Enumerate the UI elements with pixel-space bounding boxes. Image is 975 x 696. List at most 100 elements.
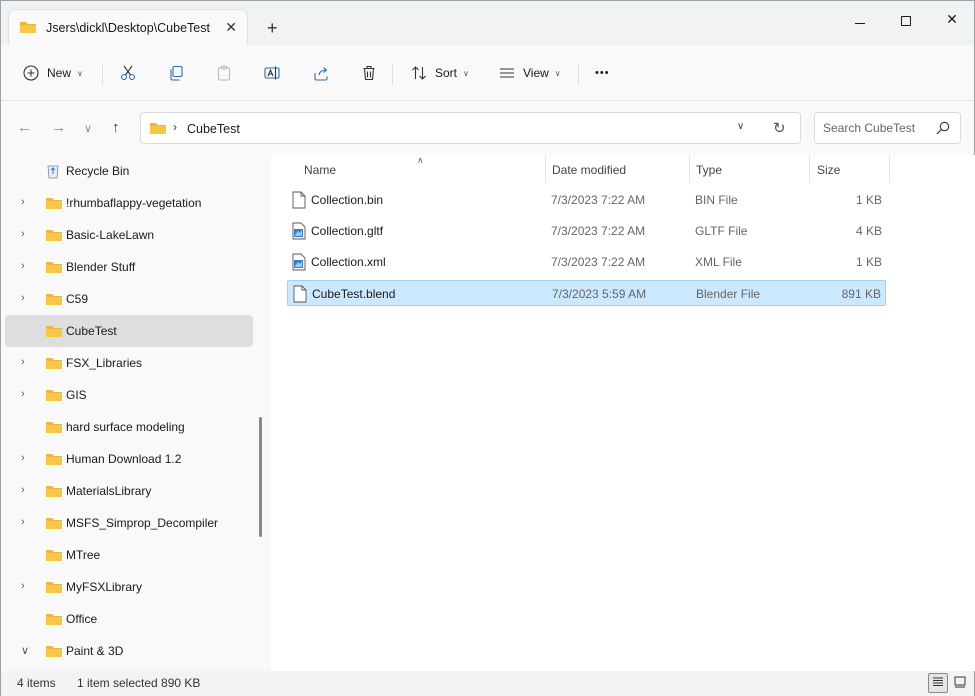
close-button[interactable]: ✕ xyxy=(929,11,975,33)
sidebar-item[interactable]: › Basic-LakeLawn xyxy=(5,219,253,251)
column-header-name[interactable]: Name xyxy=(304,163,336,177)
chevron-right-icon[interactable]: › xyxy=(21,292,25,304)
file-type: XML File xyxy=(695,255,742,269)
share-icon xyxy=(313,65,329,81)
sidebar-item[interactable]: › GIS xyxy=(5,379,253,411)
tab-title: Jsers\dickl\Desktop\CubeTest xyxy=(46,21,210,35)
chevron-right-icon[interactable]: › xyxy=(21,516,25,528)
chevron-right-icon[interactable]: › xyxy=(21,356,25,368)
search-box[interactable] xyxy=(814,112,961,144)
chevron-right-icon[interactable]: › xyxy=(21,388,25,400)
address-row: ← → ∨ ↑ › CubeTest ∨ ↻ xyxy=(1,101,974,155)
details-view-button[interactable] xyxy=(928,673,948,693)
file-type: Blender File xyxy=(696,287,761,301)
new-tab-button[interactable]: + xyxy=(267,19,278,37)
sidebar-item[interactable]: › FSX_Libraries xyxy=(5,347,253,379)
file-size: 1 KB xyxy=(855,255,882,269)
tab-close-icon[interactable]: ✕ xyxy=(225,19,237,36)
column-divider[interactable] xyxy=(889,155,890,183)
sidebar-item[interactable]: Recycle Bin xyxy=(5,155,253,187)
chevron-right-icon[interactable]: › xyxy=(21,228,25,240)
back-button[interactable]: ← xyxy=(17,119,32,136)
minimize-button[interactable] xyxy=(837,11,883,33)
chevron-right-icon[interactable]: › xyxy=(21,484,25,496)
file-row[interactable]: CubeTest.blend 7/3/2023 5:59 AM Blender Fi… xyxy=(287,280,886,306)
maximize-button[interactable] xyxy=(883,11,929,33)
sidebar-item[interactable]: Office xyxy=(5,603,253,635)
chevron-right-icon[interactable]: › xyxy=(21,452,25,464)
details-view-icon xyxy=(932,676,944,691)
view-button[interactable]: View ∨ xyxy=(499,61,561,85)
sidebar-item[interactable]: › Blender Stuff xyxy=(5,251,253,283)
sidebar-item-label: Paint & 3D xyxy=(66,644,124,658)
forward-button[interactable]: → xyxy=(51,119,66,136)
sidebar-item-label: MSFS_Simprop_Decompiler xyxy=(66,516,219,530)
column-divider[interactable] xyxy=(689,155,690,183)
sidebar-item[interactable]: › !rhumbaflappy-vegetation xyxy=(5,187,253,219)
sidebar-item[interactable]: › MyFSXLibrary xyxy=(5,571,253,603)
sidebar-item-label: Blender Stuff xyxy=(66,260,136,274)
refresh-button[interactable]: ↻ xyxy=(773,119,786,137)
file-type: BIN File xyxy=(695,193,738,207)
file-row[interactable]: Collection.xml 7/3/2023 7:22 AM XML File 1 … xyxy=(287,249,886,275)
cut-button[interactable] xyxy=(120,61,136,85)
sidebar-item[interactable]: ∨ Paint & 3D xyxy=(5,635,253,667)
address-bar[interactable]: › CubeTest ∨ ↻ xyxy=(140,112,801,144)
address-dropdown-icon[interactable]: ∨ xyxy=(737,121,744,132)
sort-button[interactable]: Sort ∨ xyxy=(411,61,469,85)
chevron-down-icon: ∨ xyxy=(77,68,83,78)
sidebar-item[interactable]: MTree xyxy=(5,539,253,571)
item-count: 4 items xyxy=(17,676,56,690)
large-icons-view-button[interactable] xyxy=(950,673,970,693)
folder-icon xyxy=(45,259,63,278)
share-button[interactable] xyxy=(313,61,329,85)
sidebar-item[interactable]: › Human Download 1.2 xyxy=(5,443,253,475)
search-icon xyxy=(936,121,950,138)
title-bar: Jsers\dickl\Desktop\CubeTest ✕ + ✕ xyxy=(1,1,975,46)
recycle-bin-icon xyxy=(45,163,61,182)
column-header-type[interactable]: Type xyxy=(696,163,722,177)
sidebar-item-label: GIS xyxy=(66,388,87,402)
breadcrumb-cubetest[interactable]: CubeTest xyxy=(187,122,240,136)
sidebar-item[interactable]: CubeTest xyxy=(5,315,253,347)
column-header-size[interactable]: Size xyxy=(817,163,840,177)
sidebar-item[interactable]: › MSFS_Simprop_Decompiler xyxy=(5,507,253,539)
more-options-button[interactable]: ••• xyxy=(595,61,610,85)
folder-icon xyxy=(45,355,63,374)
navigation-pane: Recycle Bin › !rhumbaflappy-vegetation › Bas… xyxy=(1,155,271,671)
file-row[interactable]: Collection.gltf 7/3/2023 7:22 AM GLTF File… xyxy=(287,218,886,244)
up-button[interactable]: ↑ xyxy=(112,119,120,136)
sidebar-item-label: Human Download 1.2 xyxy=(66,452,182,466)
sidebar-item-label: CubeTest xyxy=(66,324,117,338)
sidebar-scrollbar[interactable] xyxy=(259,417,262,537)
file-type: GLTF File xyxy=(695,224,748,238)
new-button[interactable]: New ∨ xyxy=(23,61,83,85)
sidebar-item[interactable]: hard surface modeling xyxy=(5,411,253,443)
chevron-right-icon[interactable]: › xyxy=(21,196,25,208)
paste-button[interactable] xyxy=(216,61,232,85)
chevron-down-icon[interactable]: ∨ xyxy=(21,644,29,657)
delete-button[interactable] xyxy=(361,61,377,85)
column-divider[interactable] xyxy=(809,155,810,183)
sort-button-label: Sort xyxy=(435,66,458,80)
recent-locations-button[interactable]: ∨ xyxy=(84,122,92,135)
folder-icon xyxy=(45,195,63,214)
file-row[interactable]: Collection.bin 7/3/2023 7:22 AM BIN File 1 … xyxy=(287,187,886,213)
folder-icon xyxy=(45,643,63,662)
sidebar-item[interactable]: › MaterialsLibrary xyxy=(5,475,253,507)
column-divider[interactable] xyxy=(545,155,546,183)
file-size: 1 KB xyxy=(855,193,882,207)
folder-icon xyxy=(45,227,63,246)
clipboard-icon xyxy=(216,65,232,81)
rename-button[interactable] xyxy=(264,61,280,85)
breadcrumb-separator-icon[interactable]: › xyxy=(173,120,177,134)
search-input[interactable] xyxy=(823,121,933,135)
copy-button[interactable] xyxy=(168,61,184,85)
file-name: CubeTest.blend xyxy=(312,287,396,301)
tab-cubetest[interactable]: Jsers\dickl\Desktop\CubeTest ✕ xyxy=(9,10,247,46)
column-header-date[interactable]: Date modified xyxy=(552,163,626,177)
chevron-right-icon[interactable]: › xyxy=(21,260,25,272)
chevron-right-icon[interactable]: › xyxy=(21,580,25,592)
folder-icon xyxy=(45,483,63,502)
sidebar-item[interactable]: › C59 xyxy=(5,283,253,315)
